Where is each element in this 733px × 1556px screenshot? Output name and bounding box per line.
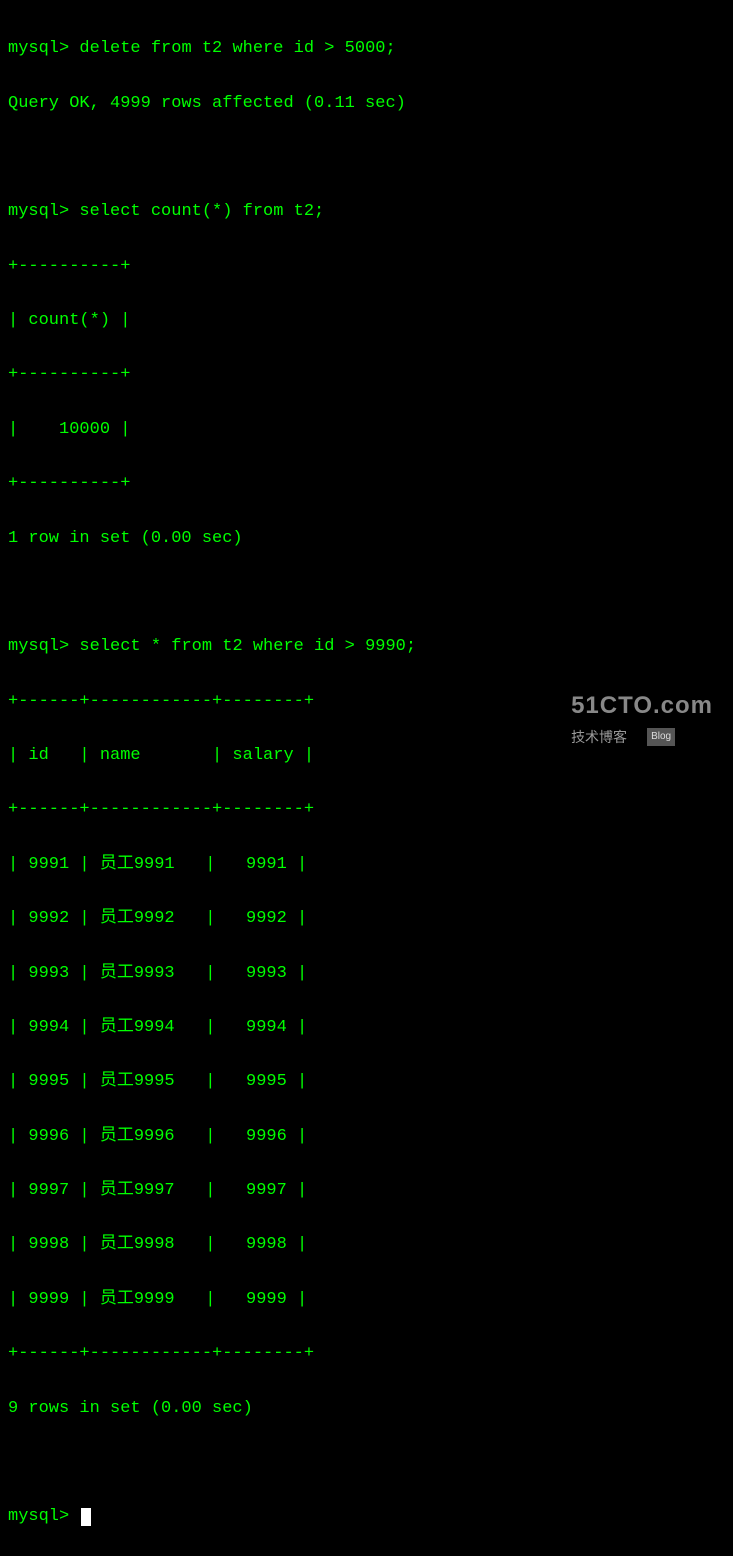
mysql-prompt: mysql> [8, 1507, 69, 1526]
blank-line [8, 144, 725, 171]
mysql-prompt: mysql> [8, 202, 69, 221]
table-row: | 9991 | 员工9991 | 9991 | [8, 851, 725, 878]
table-row: | 9995 | 员工9995 | 9995 | [8, 1068, 725, 1095]
table-border: +----------+ [8, 361, 725, 388]
mysql-prompt: mysql> [8, 637, 69, 656]
table-border: +----------+ [8, 470, 725, 497]
terminal-output: mysql> delete from t2 where id > 5000; Q… [8, 8, 725, 1556]
table-row: | 9994 | 员工9994 | 9994 | [8, 1014, 725, 1041]
table-row: | 9996 | 员工9996 | 9996 | [8, 1123, 725, 1150]
table-row: | 9992 | 员工9992 | 9992 | [8, 905, 725, 932]
table-row: | 9999 | 员工9999 | 9999 | [8, 1286, 725, 1313]
table-row: | 9997 | 员工9997 | 9997 | [8, 1177, 725, 1204]
table-row: | 10000 | [8, 416, 725, 443]
command-line-2: mysql> select count(*) from t2; [8, 198, 725, 225]
mysql-prompt: mysql> [8, 39, 69, 58]
query-response: 1 row in set (0.00 sec) [8, 525, 725, 552]
table-border: +----------+ [8, 253, 725, 280]
watermark: 51CTO.com 技术博客 Blog [571, 687, 713, 748]
blank-line [8, 1449, 725, 1476]
table-row: | 9993 | 员工9993 | 9993 | [8, 960, 725, 987]
watermark-subtitle: 技术博客 Blog [571, 726, 713, 748]
table-header: | count(*) | [8, 307, 725, 334]
sql-command: delete from t2 where id > 5000; [79, 39, 395, 58]
watermark-logo: 51CTO.com [571, 687, 713, 725]
query-response: Query OK, 4999 rows affected (0.11 sec) [8, 90, 725, 117]
command-line-3: mysql> select * from t2 where id > 9990; [8, 633, 725, 660]
blank-line [8, 579, 725, 606]
table-border: +------+------------+--------+ [8, 796, 725, 823]
command-line-prompt[interactable]: mysql> [8, 1503, 725, 1530]
sql-command: select * from t2 where id > 9990; [79, 637, 416, 656]
sql-command: select count(*) from t2; [79, 202, 324, 221]
table-row: | 9998 | 员工9998 | 9998 | [8, 1231, 725, 1258]
blog-tag: Blog [647, 728, 675, 746]
query-response: 9 rows in set (0.00 sec) [8, 1395, 725, 1422]
command-line-1: mysql> delete from t2 where id > 5000; [8, 35, 725, 62]
cursor-icon [81, 1508, 91, 1526]
table-border: +------+------------+--------+ [8, 1340, 725, 1367]
